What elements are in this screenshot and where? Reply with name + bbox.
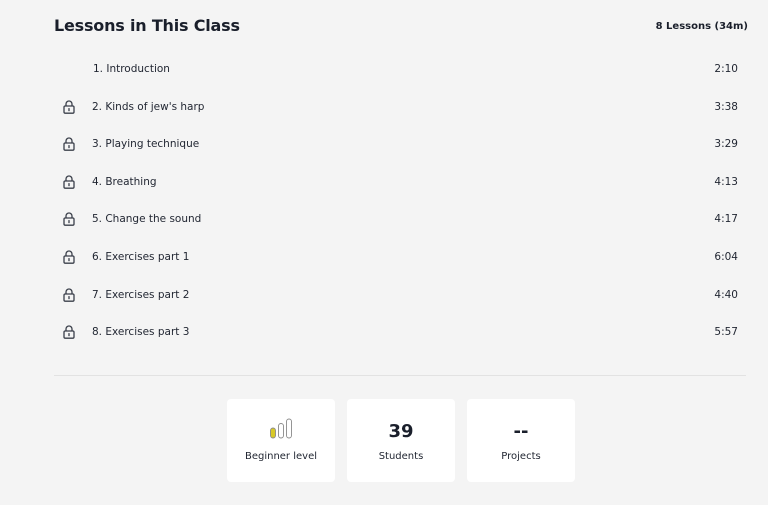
lesson-list: 1. Introduction 2:10 2. Kinds of jew's h… <box>54 51 738 352</box>
lesson-title: 8. Exercises part 3 <box>92 326 190 339</box>
lesson-title: 4. Breathing <box>92 175 157 188</box>
lesson-item[interactable]: 8. Exercises part 3 5:57 <box>54 314 738 352</box>
lock-icon <box>63 137 75 152</box>
lesson-duration: 6:04 <box>714 250 738 263</box>
lesson-duration: 5:57 <box>714 326 738 339</box>
lesson-title: 7. Exercises part 2 <box>92 288 190 301</box>
lesson-item[interactable]: 2. Kinds of jew's harp 3:38 <box>54 89 738 127</box>
lesson-duration: 3:29 <box>714 138 738 151</box>
lesson-item[interactable]: 1. Introduction 2:10 <box>54 51 738 89</box>
students-count: 39 <box>388 421 414 442</box>
lesson-item[interactable]: 3. Playing technique 3:29 <box>54 126 738 164</box>
lock-icon <box>63 287 75 302</box>
lesson-item[interactable]: 5. Change the sound 4:17 <box>54 201 738 239</box>
lesson-duration: 4:13 <box>714 175 738 188</box>
lesson-title: 2. Kinds of jew's harp <box>92 100 205 113</box>
level-card: Beginner level <box>227 399 335 482</box>
level-label: Beginner level <box>244 451 318 462</box>
lesson-item[interactable]: 6. Exercises part 1 6:04 <box>54 239 738 277</box>
lesson-duration: 2:10 <box>714 63 738 75</box>
lock-icon <box>63 325 75 340</box>
lock-icon <box>63 250 75 264</box>
lesson-item[interactable]: 4. Breathing 4:13 <box>54 164 738 202</box>
lesson-title: 5. Change the sound <box>92 213 202 226</box>
students-label: Students <box>378 451 424 462</box>
projects-count: -- <box>513 421 529 442</box>
lesson-title: 3. Playing technique <box>92 138 200 151</box>
projects-label: Projects <box>501 451 541 462</box>
lesson-title: 6. Exercises part 1 <box>92 250 190 263</box>
lessons-panel: Lessons in This Class 8 Lessons (34m) 1.… <box>0 0 768 505</box>
lesson-title: 1. Introduction <box>93 63 170 75</box>
lesson-duration: 4:17 <box>714 213 738 226</box>
lesson-duration: 3:38 <box>714 100 738 113</box>
lock-icon <box>63 100 75 114</box>
lesson-item[interactable]: 7. Exercises part 2 4:40 <box>54 277 738 315</box>
level-bars-icon <box>270 418 292 439</box>
lessons-header: Lessons in This Class 8 Lessons (34m) <box>54 16 748 40</box>
section-divider <box>54 375 746 376</box>
lock-icon <box>63 175 75 189</box>
projects-card: -- Projects <box>467 399 575 482</box>
lesson-duration: 4:40 <box>714 288 738 301</box>
page-title: Lessons in This Class <box>54 16 240 35</box>
lock-icon <box>63 212 75 227</box>
students-card: 39 Students <box>347 399 455 482</box>
lesson-count: 8 Lessons (34m) <box>655 21 748 32</box>
